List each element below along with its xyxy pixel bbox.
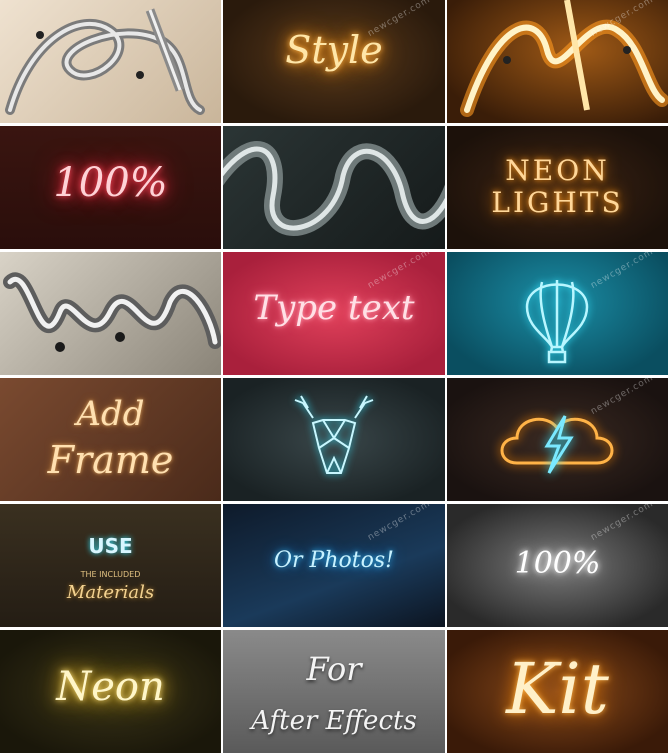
add-frame-line1: Add (76, 394, 145, 434)
tile-neon-lights: NEON LIGHTS (447, 126, 668, 249)
percent-neon-text: 100% (53, 160, 168, 206)
balloon-icon (525, 280, 589, 364)
deer-icon (294, 395, 374, 474)
tile-chrome-script-beige (0, 0, 221, 123)
neon-lights-line1: NEON (505, 154, 610, 187)
for-text: For (306, 650, 362, 688)
tile-100-red: 100% (0, 126, 221, 249)
tile-kit: Kit (447, 630, 668, 753)
tile-style-neon: Style newcger.com (223, 0, 445, 123)
image-collage: Style newcger.com newcger.com 100% NEON … (0, 0, 668, 755)
tile-use-materials: USE THE INCLUDED Materials (0, 504, 221, 627)
type-text-neon: Type text (253, 288, 415, 328)
tile-type-text: Type text newcger.com (223, 252, 445, 375)
tile-deer-head (223, 378, 445, 501)
after-effects-text: After Effects (251, 706, 417, 736)
style-neon-text: Style (285, 28, 383, 72)
tile-hot-air-balloon: newcger.com (447, 252, 668, 375)
materials-text: Materials (66, 582, 155, 603)
add-frame-line2: Frame (47, 438, 174, 482)
tile-chrome-dark (223, 126, 445, 249)
chrome-tube-dark (223, 141, 445, 236)
tile-warm-script-closeup: newcger.com (447, 0, 668, 123)
tile-or-photos: Or Photos! newcger.com (223, 504, 445, 627)
chrome-tube-lettering (5, 8, 205, 115)
neon-lights-line2: LIGHTS (491, 186, 624, 219)
use-text: USE (88, 534, 133, 558)
percent-white-neon: 100% (514, 546, 601, 581)
warm-tube-lettering (460, 0, 668, 117)
tile-neon-yellow: Neon (0, 630, 221, 753)
watermark: newcger.com (589, 504, 656, 544)
watermark: newcger.com (366, 504, 433, 544)
watermark: newcger.com (366, 252, 433, 292)
tile-100-white: 100% newcger.com (447, 504, 668, 627)
tile-chrome-brick (0, 252, 221, 375)
tile-cloud-bolt: newcger.com (447, 378, 668, 501)
chrome-tube-brick (3, 272, 221, 352)
tile-add-frame: Add Frame (0, 378, 221, 501)
or-photos-neon: Or Photos! (274, 548, 394, 573)
the-included-text: THE INCLUDED (80, 570, 141, 579)
kit-neon-text: Kit (506, 648, 609, 730)
cloud-lightning-icon (500, 415, 614, 474)
tile-for-after-effects: For After Effects (223, 630, 445, 753)
neon-yellow-text: Neon (56, 664, 165, 710)
